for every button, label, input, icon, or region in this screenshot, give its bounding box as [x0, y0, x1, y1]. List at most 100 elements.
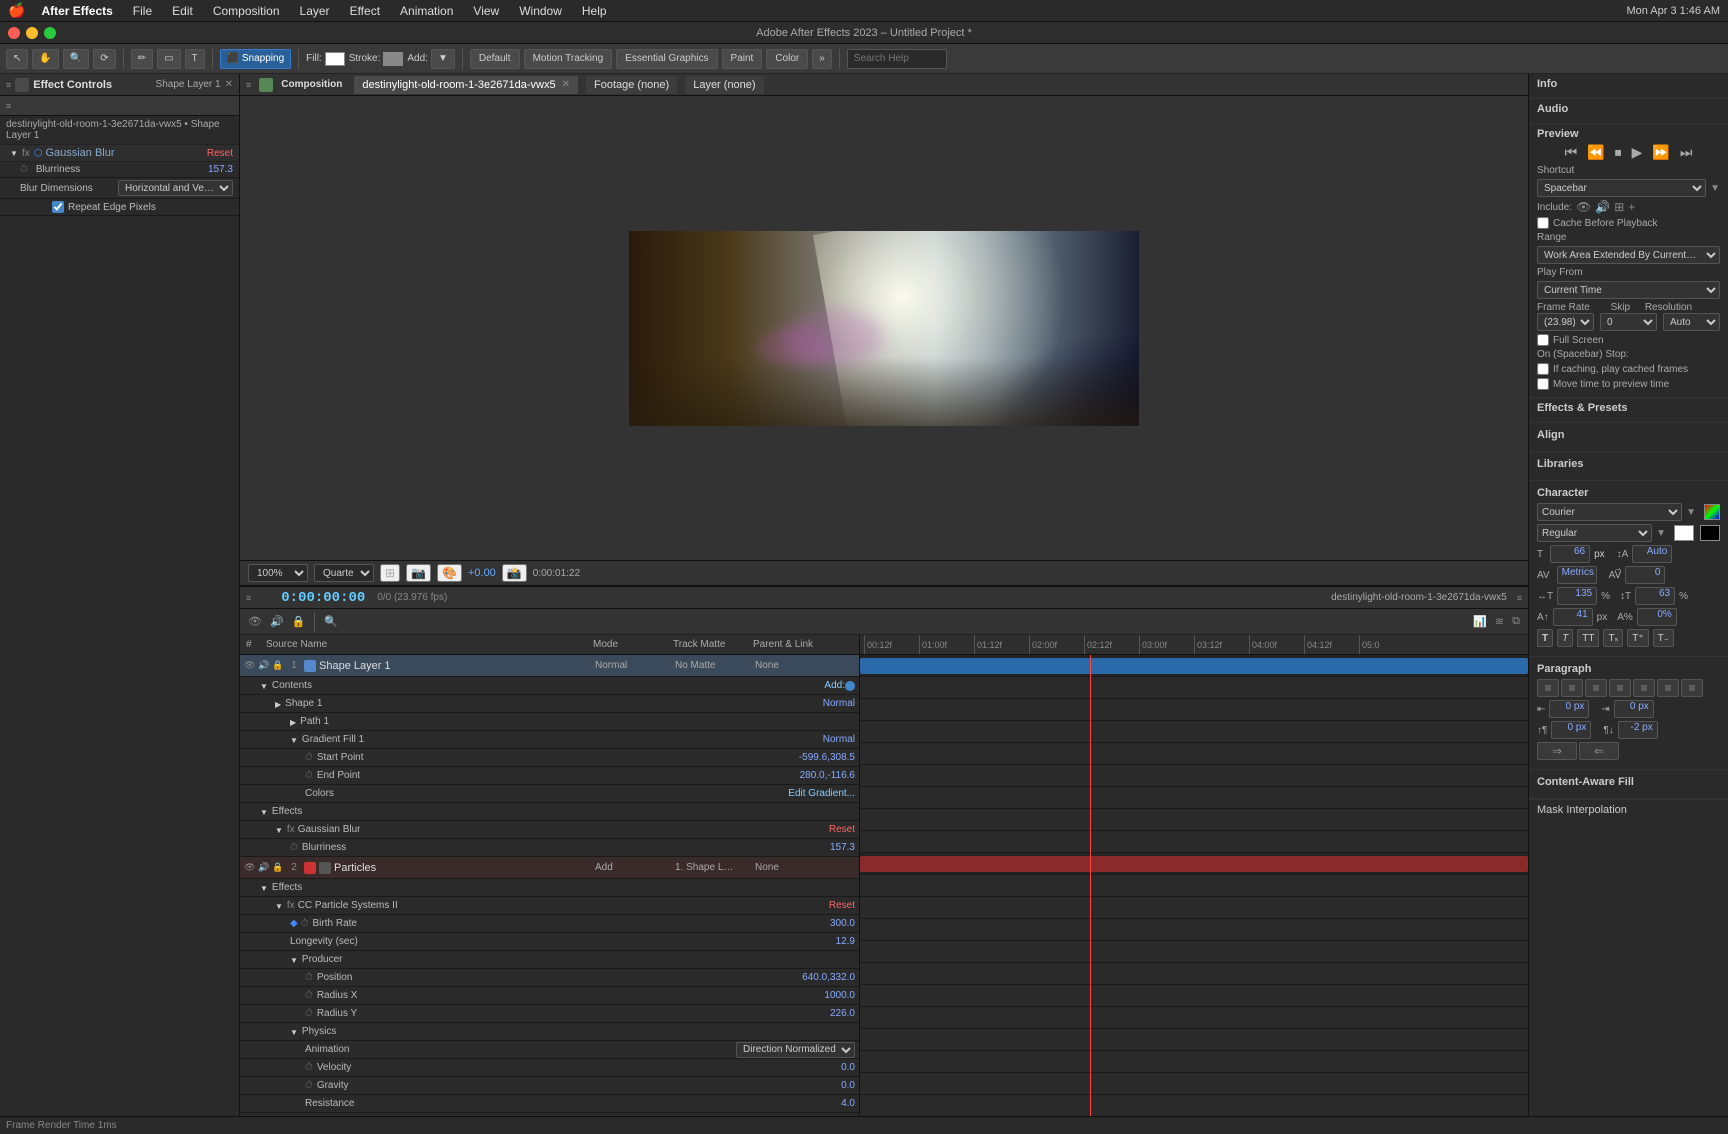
font-style-select[interactable]: Regular Bold Italic [1537, 524, 1652, 542]
cc-particles-reset[interactable]: Reset [829, 900, 855, 911]
baseline-value[interactable]: 41 [1553, 608, 1593, 626]
contents-row[interactable]: Contents Add: [240, 677, 859, 695]
gravity-value[interactable]: 0.0 [841, 1080, 855, 1091]
tl-frame-blending[interactable]: ⧉ [1510, 615, 1522, 628]
menu-animation[interactable]: Animation [396, 4, 457, 18]
workspace-default-button[interactable]: Default [470, 49, 520, 69]
birth-rate-value[interactable]: 300.0 [830, 918, 855, 929]
shape-tool[interactable]: ▭ [157, 49, 180, 69]
end-point-stopwatch[interactable]: ⏱ [305, 770, 313, 781]
track-bar-1[interactable] [860, 655, 1528, 677]
justify-center-button[interactable]: ≡ [1633, 679, 1655, 697]
comp-tab-main[interactable]: destinylight-old-room-1-3e2671da-vwx5 ✕ [354, 76, 578, 94]
include-overflow-icon[interactable]: + [1628, 200, 1635, 214]
justify-right-button[interactable]: ≡ [1657, 679, 1679, 697]
step-forward-button[interactable]: ⏩ [1649, 144, 1672, 161]
end-point-value[interactable]: 280.0,-116.6 [800, 770, 855, 781]
effects-row-2[interactable]: Effects [240, 879, 859, 897]
add-button[interactable]: ▼ [431, 49, 455, 69]
fps-select[interactable]: (23.98) [1537, 313, 1594, 331]
char-swatch-white[interactable] [1674, 525, 1694, 541]
char-swatch-black[interactable] [1700, 525, 1720, 541]
layer-row-2[interactable]: 👁 🔊 🔒 2 Particles Add 1. Shape L… None [240, 857, 859, 879]
motion-tracking-button[interactable]: Motion Tracking [524, 49, 613, 69]
font-color-indicator[interactable] [1704, 504, 1720, 520]
camera-button[interactable]: 📸 [502, 564, 527, 582]
position-stopwatch[interactable]: ⏱ [305, 972, 313, 983]
tl-vis-toggle[interactable]: 👁 [246, 615, 264, 628]
menu-after-effects[interactable]: After Effects [37, 4, 116, 18]
ltr-button[interactable]: ⇒ [1537, 742, 1577, 760]
include-audio-icon[interactable]: 🔊 [1595, 200, 1610, 214]
tl-audio-toggle[interactable]: 🔊 [268, 615, 286, 628]
shortcut-expand-icon[interactable]: ▼ [1710, 183, 1720, 194]
indent-right-value[interactable]: 0 px [1614, 700, 1654, 718]
blur-dimensions-select[interactable]: Horizontal and Ve… [118, 180, 233, 196]
subscript-format-button[interactable]: T₋ [1653, 629, 1674, 647]
effects-row-1[interactable]: Effects [240, 803, 859, 821]
align-right-button[interactable]: ≡ [1585, 679, 1607, 697]
radius-x-stopwatch[interactable]: ⏱ [305, 990, 313, 1001]
timeline-ruler[interactable]: 00:12f 01:00f 01:12f 02:00f 02:12f 03:00… [860, 635, 1528, 655]
layer-2-lock-icon[interactable]: 🔒 [272, 862, 284, 874]
composition-viewer[interactable] [240, 96, 1528, 560]
gaussian-blur-prop-reset[interactable]: Reset [829, 824, 855, 835]
search-help-input[interactable] [847, 49, 947, 69]
shape-layer-tab[interactable]: Shape Layer 1 [156, 79, 221, 90]
tl-menu-icon[interactable]: ≡ [246, 593, 251, 603]
kerning-value[interactable]: Metrics [1557, 566, 1597, 584]
scale-v-value[interactable]: 63 [1635, 587, 1675, 605]
layer-2-eye-icon[interactable]: 👁 [244, 862, 256, 874]
menu-edit[interactable]: Edit [168, 4, 197, 18]
layer-2-audio-icon[interactable]: 🔊 [258, 862, 270, 874]
play-from-select[interactable]: Current Time [1537, 281, 1720, 299]
velocity-stopwatch[interactable]: ⏱ [305, 1062, 313, 1073]
play-button[interactable]: ▶ [1629, 144, 1646, 161]
move-time-checkbox[interactable] [1537, 378, 1549, 390]
zoom-select[interactable]: 100% 50% 200% [248, 564, 308, 582]
comp-tab-layer[interactable]: Layer (none) [685, 76, 763, 94]
superscript-format-button[interactable]: T⁺ [1627, 629, 1648, 647]
comp-tab-close[interactable]: ✕ [562, 79, 570, 90]
menu-layer[interactable]: Layer [296, 4, 334, 18]
include-video-icon[interactable]: 👁 [1576, 200, 1591, 214]
step-back-button[interactable]: ⏪ [1584, 144, 1607, 161]
font-name-select[interactable]: Courier [1537, 503, 1682, 521]
tl-graph-editor[interactable]: 📊 [1471, 615, 1489, 628]
animation-dropdown[interactable]: Direction Normalized [736, 1042, 855, 1058]
color-correct-button[interactable]: 🎨 [437, 564, 462, 582]
align-left-button[interactable]: ≡ [1537, 679, 1559, 697]
repeat-edge-checkbox[interactable] [52, 201, 64, 213]
add-button[interactable]: Add: [824, 680, 845, 691]
skip-to-start-button[interactable]: ⏮ [1562, 144, 1581, 161]
zoom-tool[interactable]: 🔍 [63, 49, 89, 69]
panel-close[interactable]: ✕ [225, 79, 233, 90]
layer-1-audio-icon[interactable]: 🔊 [258, 660, 270, 672]
radius-y-value[interactable]: 226.0 [830, 1008, 855, 1019]
track-bar-2[interactable] [860, 853, 1528, 875]
skip-to-end-button[interactable]: ⏭ [1677, 144, 1696, 161]
pen-tool[interactable]: ✏ [131, 49, 153, 69]
menu-file[interactable]: File [129, 4, 156, 18]
justify-left-button[interactable]: ≡ [1609, 679, 1631, 697]
gaussian-blur-header[interactable]: fx ⬡ Gaussian Blur Reset [0, 145, 239, 162]
path1-row[interactable]: Path 1 [240, 713, 859, 731]
font-style-dropdown-icon[interactable]: ▼ [1656, 528, 1666, 539]
playhead[interactable] [1090, 655, 1091, 1116]
if-caching-checkbox[interactable] [1537, 363, 1549, 375]
space-after-value[interactable]: -2 px [1618, 721, 1658, 739]
essential-graphics-button[interactable]: Essential Graphics [616, 49, 717, 69]
gradient-fill-row[interactable]: Gradient Fill 1 Normal [240, 731, 859, 749]
indent-left-value[interactable]: 0 px [1549, 700, 1589, 718]
scale-h-value[interactable]: 135 [1557, 587, 1597, 605]
window-controls[interactable] [8, 27, 56, 39]
menu-view[interactable]: View [469, 4, 503, 18]
colors-value[interactable]: Edit Gradient... [788, 788, 855, 799]
position-value[interactable]: 640.0,332.0 [802, 972, 855, 983]
stroke-color-swatch[interactable] [383, 52, 403, 66]
quality-select[interactable]: Quarter Half Full [314, 564, 374, 582]
resolution-select[interactable]: Auto Full Half [1663, 313, 1720, 331]
skip-select[interactable]: 0 1 2 [1600, 313, 1657, 331]
keyframe-diamond[interactable]: ◆ [290, 918, 298, 929]
fit-to-window-button[interactable]: ⊞ [380, 564, 400, 582]
